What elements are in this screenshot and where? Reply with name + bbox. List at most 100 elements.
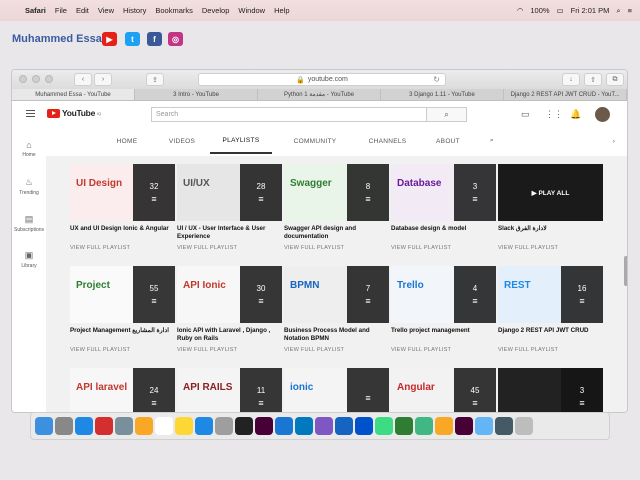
- xd-file-icon[interactable]: [455, 417, 473, 435]
- tab-intro[interactable]: 3 Intro - YouTube: [135, 89, 258, 100]
- playlist-title[interactable]: Trello project management: [391, 327, 496, 344]
- playlist-title[interactable]: Database design & model: [391, 225, 496, 242]
- tab-about[interactable]: ABOUT: [428, 128, 468, 154]
- view-full-playlist-link[interactable]: VIEW FULL PLAYLIST: [284, 245, 389, 251]
- reload-icon[interactable]: ↻: [433, 75, 440, 84]
- tab-django-rest[interactable]: Django 2 REST API JWT CRUD - YouT...: [504, 89, 627, 100]
- finder-icon[interactable]: [35, 417, 53, 435]
- playlist-thumbnail[interactable]: API RAILS 11 ≡: [177, 368, 282, 412]
- playlist-card[interactable]: REST 16 ≡ Django 2 REST API JWT CRUD VIEW FU…: [498, 266, 603, 353]
- playlist-thumbnail[interactable]: Swagger 8 ≡: [284, 164, 389, 221]
- playlist-thumbnail[interactable]: REST 16 ≡: [498, 266, 603, 323]
- terminal-icon[interactable]: [235, 417, 253, 435]
- view-full-playlist-link[interactable]: VIEW FULL PLAYLIST: [177, 347, 282, 353]
- tabs-overview-icon[interactable]: ⧉: [606, 73, 624, 86]
- trash-icon[interactable]: [515, 417, 533, 435]
- playlist-card[interactable]: BPMN 7 ≡ Business Process Model and Notatio…: [284, 266, 389, 353]
- menu-view[interactable]: View: [98, 6, 114, 15]
- page-scrollbar[interactable]: [624, 256, 627, 286]
- playlist-thumbnail[interactable]: UI/UX 28 ≡: [177, 164, 282, 221]
- tab-home[interactable]: HOME: [110, 128, 144, 154]
- spotlight-icon[interactable]: ⌕: [616, 6, 620, 16]
- folder-icon[interactable]: [475, 417, 493, 435]
- playlist-thumbnail[interactable]: API Ionic 30 ≡: [177, 266, 282, 323]
- view-full-playlist-link[interactable]: VIEW FULL PLAYLIST: [498, 347, 603, 353]
- playlist-card[interactable]: Database 3 ≡ Database design & model VIEW FU…: [391, 164, 496, 251]
- menu-window[interactable]: Window: [238, 6, 265, 15]
- back-button[interactable]: ‹: [74, 73, 92, 86]
- apps-grid-icon[interactable]: ⋮⋮: [545, 109, 563, 120]
- playlist-thumbnail[interactable]: Database 3 ≡: [391, 164, 496, 221]
- screen-icon[interactable]: [495, 417, 513, 435]
- apple-icon[interactable]: [8, 6, 18, 16]
- tab-playlists[interactable]: PLAYLISTS: [210, 128, 272, 154]
- downloads-icon[interactable]: ↓: [562, 73, 580, 86]
- tab-channels[interactable]: CHANNELS: [360, 128, 415, 154]
- search-button[interactable]: ⌕: [427, 107, 467, 122]
- youtube-logo[interactable]: YouTube IQ: [47, 108, 101, 118]
- playlist-title[interactable]: Django 2 REST API JWT CRUD: [498, 327, 603, 344]
- playlist-title[interactable]: Ionic API with Laravel , Django , Ruby o…: [177, 327, 282, 344]
- clock[interactable]: Fri 2:01 PM: [571, 6, 610, 15]
- notification-center-icon[interactable]: ≡: [628, 6, 632, 15]
- notes-icon[interactable]: [175, 417, 193, 435]
- playlist-thumbnail[interactable]: ionic ≡: [284, 368, 389, 412]
- playlist-card[interactable]: UI/UX 28 ≡ UI / UX - User Interface & User …: [177, 164, 282, 251]
- tab-django[interactable]: 3 Django 1.11 - YouTube: [381, 89, 504, 100]
- xd-icon[interactable]: [255, 417, 273, 435]
- trello-icon[interactable]: [295, 417, 313, 435]
- affinity-icon[interactable]: [315, 417, 333, 435]
- notifications-bell-icon[interactable]: 🔔: [570, 109, 581, 120]
- view-full-playlist-link[interactable]: VIEW FULL PLAYLIST: [498, 245, 603, 251]
- playlist-title[interactable]: UI / UX - User Interface & User Experien…: [177, 225, 282, 242]
- channel-search-icon[interactable]: ⌕: [482, 128, 502, 154]
- playlist-thumbnail[interactable]: BPMN 7 ≡: [284, 266, 389, 323]
- preview-icon[interactable]: [115, 417, 133, 435]
- share-button[interactable]: ⇧: [584, 73, 602, 86]
- tab-python[interactable]: Python 1 مقدمة - YouTube: [258, 89, 381, 100]
- playlist-card[interactable]: Trello 4 ≡ Trello project management VIEW FU…: [391, 266, 496, 353]
- hamburger-menu-icon[interactable]: [26, 110, 35, 117]
- playlist-thumbnail[interactable]: ▶ PLAY ALL: [498, 164, 603, 221]
- playlist-thumbnail[interactable]: Trello 4 ≡: [391, 266, 496, 323]
- sidebar-item-trending[interactable]: ♨ Trending: [12, 177, 46, 196]
- menu-help[interactable]: Help: [274, 6, 289, 15]
- photos-icon[interactable]: [135, 417, 153, 435]
- sidebar-item-library[interactable]: ▣ Library: [12, 250, 46, 269]
- playlist-title[interactable]: UX and UI Design Ionic & Angular: [70, 225, 175, 242]
- system-preferences-icon[interactable]: [215, 417, 233, 435]
- chevron-right-icon[interactable]: ›: [606, 128, 622, 154]
- playlist-title[interactable]: Swagger API design and documentation: [284, 225, 389, 242]
- vscode-icon[interactable]: [275, 417, 293, 435]
- create-video-icon[interactable]: ▭: [521, 109, 530, 120]
- camtasia-icon[interactable]: [395, 417, 413, 435]
- safari-icon[interactable]: [75, 417, 93, 435]
- view-full-playlist-link[interactable]: VIEW FULL PLAYLIST: [391, 245, 496, 251]
- view-full-playlist-link[interactable]: VIEW FULL PLAYLIST: [70, 347, 175, 353]
- battery-icon[interactable]: ▭: [557, 6, 564, 15]
- tab-muhammed-essa[interactable]: Muhammed Essa - YouTube: [12, 89, 135, 100]
- sketch-icon[interactable]: [435, 417, 453, 435]
- view-full-playlist-link[interactable]: VIEW FULL PLAYLIST: [177, 245, 282, 251]
- playlist-thumbnail[interactable]: UI Design 32 ≡: [70, 164, 175, 221]
- sourcetree-icon[interactable]: [355, 417, 373, 435]
- sidebar-item-home[interactable]: ⌂ Home: [12, 140, 46, 158]
- playlist-card[interactable]: API laravel 24 ≡: [70, 368, 175, 412]
- playlist-thumbnail[interactable]: 3 ≡: [498, 368, 603, 412]
- playlist-card[interactable]: API RAILS 11 ≡: [177, 368, 282, 412]
- minimize-button[interactable]: [32, 75, 40, 83]
- menu-bookmarks[interactable]: Bookmarks: [155, 6, 193, 15]
- share-icon[interactable]: ⇪: [146, 73, 164, 86]
- view-full-playlist-link[interactable]: VIEW FULL PLAYLIST: [284, 347, 389, 353]
- forward-button[interactable]: ›: [94, 73, 112, 86]
- launchpad-icon[interactable]: [55, 417, 73, 435]
- zoom-button[interactable]: [45, 75, 53, 83]
- calendar-icon[interactable]: [155, 417, 173, 435]
- xcode-icon[interactable]: [335, 417, 353, 435]
- menu-edit[interactable]: Edit: [76, 6, 89, 15]
- playlist-thumbnail[interactable]: Angular 45 ≡: [391, 368, 496, 412]
- playlist-card[interactable]: ionic ≡: [284, 368, 389, 412]
- sidebar-item-subscriptions[interactable]: ▤ Subscriptions: [12, 214, 46, 233]
- tab-community[interactable]: COMMUNITY: [285, 128, 345, 154]
- android-studio-icon[interactable]: [375, 417, 393, 435]
